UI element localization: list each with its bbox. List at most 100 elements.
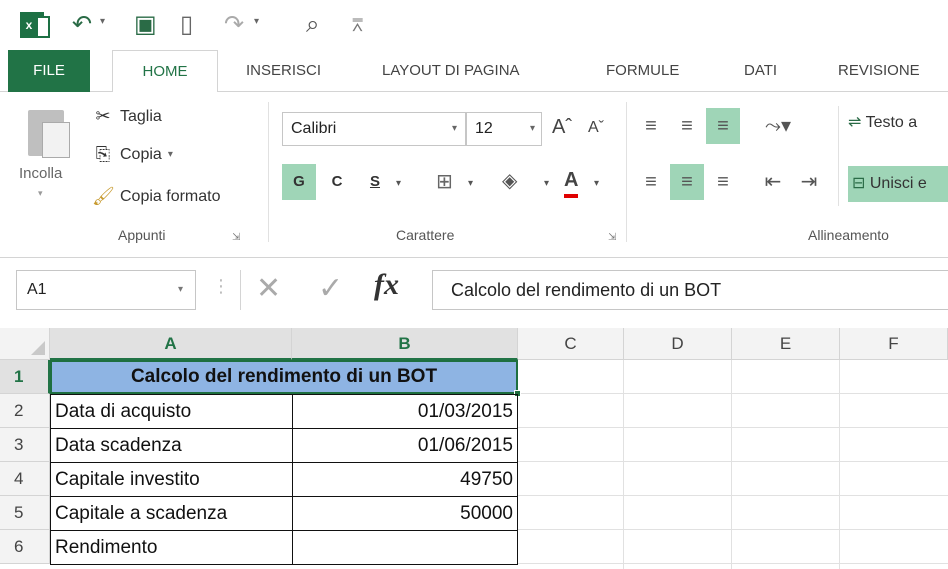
shrink-font-button[interactable]: Aˇ	[588, 119, 604, 137]
cancel-icon[interactable]: ✕	[256, 272, 281, 306]
empty-cells-area[interactable]	[518, 360, 948, 569]
column-header-a[interactable]: A	[50, 328, 292, 360]
paste-button[interactable]: Incolla	[19, 165, 62, 182]
grow-font-button[interactable]: Aˆ	[552, 116, 572, 139]
cell-a3[interactable]: Data scadenza	[50, 428, 293, 463]
align-middle-icon[interactable]: ≡	[670, 108, 704, 144]
font-group-label: Carattere	[396, 227, 455, 243]
increase-indent-icon[interactable]: ⇥	[792, 164, 826, 200]
font-size-value: 12	[475, 120, 493, 137]
redo-dropdown-icon[interactable]: ▾	[254, 16, 259, 27]
font-size-dropdown-icon[interactable]: ▾	[530, 113, 535, 145]
merge-icon: ⊟	[852, 175, 866, 192]
align-center-icon[interactable]: ≡	[670, 164, 704, 200]
cell-b5[interactable]: 50000	[292, 496, 518, 531]
tab-dati[interactable]: DATI	[744, 50, 777, 92]
select-all-button[interactable]	[0, 328, 50, 360]
name-box-dropdown-icon[interactable]: ▾	[178, 271, 183, 309]
format-painter-button[interactable]: 🖌 Copia formato	[92, 186, 221, 207]
cell-a1-title[interactable]: Calcolo del rendimento di un BOT	[50, 360, 518, 394]
quick-access-toolbar: x ↶ ▾ ▣ ▯ ↷ ▾ ⌕ ⩞	[0, 0, 948, 50]
merge-center-button[interactable]: ⊟ Unisci e	[848, 166, 948, 202]
customize-qat-icon[interactable]: ⩞	[352, 10, 363, 40]
font-launcher-icon[interactable]: ⇲	[608, 232, 616, 243]
cell-a5[interactable]: Capitale a scadenza	[50, 496, 293, 531]
tab-file[interactable]: FILE	[8, 50, 90, 92]
font-color-button[interactable]: A	[564, 166, 579, 198]
row-header-6[interactable]: 6	[0, 530, 50, 564]
align-top-icon[interactable]: ≡	[634, 108, 668, 144]
formula-input[interactable]: Calcolo del rendimento di un BOT	[432, 270, 948, 310]
cut-button[interactable]: ✂ Taglia	[92, 106, 161, 127]
print-preview-icon[interactable]: ⌕	[306, 10, 319, 40]
alignment-group-label: Allineamento	[808, 227, 889, 243]
align-right-icon[interactable]: ≡	[706, 164, 740, 200]
formula-bar: A1 ▾ ⋮ ✕ ✓ fx Calcolo del rendimento di …	[0, 258, 948, 328]
merge-label: Unisci e	[869, 175, 927, 192]
column-header-f[interactable]: F	[840, 328, 948, 360]
font-name-select[interactable]: Calibri ▾	[282, 112, 466, 146]
align-left-icon[interactable]: ≡	[634, 164, 668, 200]
font-size-select[interactable]: 12 ▾	[466, 112, 542, 146]
row-header-2[interactable]: 2	[0, 394, 50, 428]
tab-formule[interactable]: FORMULE	[606, 50, 679, 92]
paste-icon[interactable]	[28, 110, 70, 158]
fill-color-dropdown-icon[interactable]: ▾	[544, 178, 549, 189]
undo-icon[interactable]: ↶	[72, 10, 92, 40]
new-file-icon[interactable]: ▯	[180, 10, 193, 40]
cell-b6[interactable]	[292, 530, 518, 565]
bold-button[interactable]: G	[282, 164, 316, 200]
group-divider	[626, 102, 627, 242]
orientation-icon[interactable]: ⤳▾	[756, 108, 800, 144]
column-header-c[interactable]: C	[518, 328, 624, 360]
clipboard-launcher-icon[interactable]: ⇲	[232, 232, 240, 243]
column-header-e[interactable]: E	[732, 328, 840, 360]
font-color-dropdown-icon[interactable]: ▾	[594, 178, 599, 189]
tab-inserisci[interactable]: INSERISCI	[246, 50, 321, 92]
underline-button[interactable]: S	[360, 164, 390, 200]
borders-dropdown-icon[interactable]: ▾	[468, 178, 473, 189]
cell-b4[interactable]: 49750	[292, 462, 518, 497]
save-icon[interactable]: ▣	[134, 10, 157, 40]
font-name-value: Calibri	[291, 120, 337, 137]
copy-icon: ⎘	[95, 144, 111, 164]
underline-dropdown-icon[interactable]: ▾	[396, 178, 401, 189]
cell-b3[interactable]: 01/06/2015	[292, 428, 518, 463]
row-header-5[interactable]: 5	[0, 496, 50, 530]
enter-icon[interactable]: ✓	[318, 272, 343, 306]
fill-color-icon[interactable]: ◈	[502, 168, 517, 193]
cell-a6[interactable]: Rendimento	[50, 530, 293, 565]
italic-button[interactable]: C	[322, 164, 352, 200]
cell-a2[interactable]: Data di acquisto	[50, 394, 293, 429]
redo-icon[interactable]: ↷	[224, 10, 244, 40]
row-header-3[interactable]: 3	[0, 428, 50, 462]
wrap-text-button[interactable]: ⇌ Testo a	[848, 112, 917, 132]
paste-dropdown-icon[interactable]: ▾	[38, 188, 43, 199]
formula-bar-grip-icon[interactable]: ⋮	[212, 276, 230, 297]
group-divider	[838, 106, 839, 206]
cell-a4[interactable]: Capitale investito	[50, 462, 293, 497]
font-name-dropdown-icon[interactable]: ▾	[452, 113, 457, 145]
decrease-indent-icon[interactable]: ⇤	[756, 164, 790, 200]
column-header-b[interactable]: B	[292, 328, 518, 360]
copy-dropdown-icon[interactable]: ▾	[168, 149, 173, 160]
insert-function-button[interactable]: fx	[374, 268, 399, 302]
undo-dropdown-icon[interactable]: ▾	[100, 16, 105, 27]
tab-revisione[interactable]: REVISIONE	[838, 50, 920, 92]
copy-label: Copia	[120, 145, 162, 163]
excel-logo-icon: x	[20, 12, 50, 38]
row-header-4[interactable]: 4	[0, 462, 50, 496]
align-bottom-icon[interactable]: ≡	[706, 108, 740, 144]
scissors-icon: ✂	[95, 106, 111, 126]
cell-b2[interactable]: 01/03/2015	[292, 394, 518, 429]
tab-layout-di-pagina[interactable]: LAYOUT DI PAGINA	[382, 50, 520, 92]
column-header-d[interactable]: D	[624, 328, 732, 360]
worksheet-grid: A B C D E F 1 2 3 4 5 6 Calcolo del rend…	[0, 328, 948, 569]
name-box-value: A1	[27, 281, 47, 298]
tab-home[interactable]: HOME	[112, 50, 218, 93]
name-box[interactable]: A1 ▾	[16, 270, 196, 310]
borders-icon[interactable]: ⊞	[436, 169, 453, 194]
row-header-1[interactable]: 1	[0, 360, 50, 394]
format-painter-icon: 🖌	[92, 186, 115, 206]
copy-button[interactable]: ⎘ Copia ▾	[92, 144, 173, 165]
